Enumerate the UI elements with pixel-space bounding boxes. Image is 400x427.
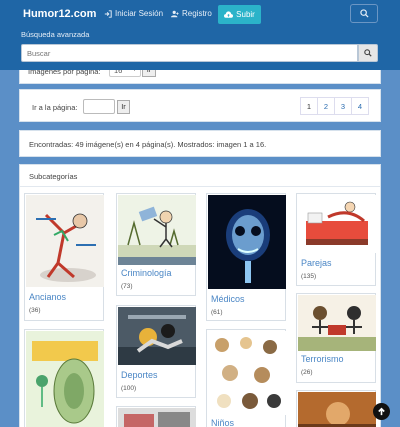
pager: 1 2 3 4 [300,97,369,115]
page-link-3[interactable]: 3 [334,97,352,115]
terrorismo-thumbnail [298,295,376,351]
subcategories-panel: Subcategorías Ancianos (36) Criminología… [19,164,381,427]
subcategory-card-parejas[interactable]: Parejas (135) [296,193,376,286]
criminologia-thumbnail [118,195,196,265]
results-summary: Encontradas: 49 imágene(s) en 4 página(s… [29,140,267,149]
subcategory-card-terrorismo[interactable]: Terrorismo (26) [296,293,376,383]
subcategory-count: (61) [211,309,223,316]
site-logo[interactable]: Humor12.com [23,8,96,20]
subcategory-name[interactable]: Terrorismo [301,354,344,364]
arrow-up-icon [378,407,385,416]
subcategory-name[interactable]: Médicos [211,294,245,304]
subcategory-count: (26) [301,369,313,376]
subcategory-count: (36) [29,307,41,314]
subcategory-card-partial-2[interactable] [116,406,196,427]
subcategory-card-medicos[interactable]: Médicos (61) [206,193,286,321]
medicos-thumbnail [208,195,286,289]
login-label: Iniciar Sesión [115,9,164,18]
subcategory-count: (100) [121,385,137,392]
goto-page-label: Ir a la página: [32,103,78,112]
goto-page-button[interactable]: Ir [117,100,130,114]
ancianos-thumbnail [26,195,104,287]
subcategory-name[interactable]: Niños [211,418,234,427]
subcategories-title: Subcategorías [29,172,78,181]
subcategory-name[interactable]: Ancianos [29,292,66,302]
subcategory-count: (73) [121,283,133,290]
money-thumbnail [26,331,104,427]
subcategory-card-partial-3[interactable] [296,390,376,427]
register-label: Registro [182,9,212,18]
subcategory-count: (135) [301,273,317,280]
subcategory-name[interactable]: Criminología [121,268,172,278]
register-link[interactable]: Registro [171,9,212,18]
search-icon [359,9,369,18]
search-input[interactable] [21,44,358,62]
results-panel: Encontradas: 49 imágene(s) en 4 página(s… [19,130,381,157]
search-toggle-button[interactable] [350,4,378,23]
user-plus-icon [171,10,179,17]
cloud-upload-icon [224,10,234,18]
subcategory-card-ninos[interactable]: Niños [206,329,286,427]
parejas-thumbnail [298,195,376,253]
login-link[interactable]: Iniciar Sesión [104,9,163,18]
upload-button[interactable]: Subir [218,5,261,24]
search-icon [364,49,372,57]
scroll-to-top-button[interactable] [373,403,390,420]
page-link-2[interactable]: 2 [317,97,335,115]
subcategory-card-partial-1[interactable] [24,329,104,427]
subcategory-name[interactable]: Deportes [121,370,158,380]
partial-thumbnail [118,408,196,427]
divider [20,186,380,187]
pagination-panel: Ir a la página: Ir 1 2 3 4 [19,89,381,122]
subcategory-card-ancianos[interactable]: Ancianos (36) [24,193,104,321]
top-navbar: Humor12.com Iniciar Sesión Registro Subi… [0,0,400,70]
partial-thumbnail [298,392,376,427]
subcategory-name[interactable]: Parejas [301,258,332,268]
page-link-1[interactable]: 1 [300,97,318,115]
upload-label: Subir [236,10,255,19]
page-link-4[interactable]: 4 [351,97,369,115]
login-icon [104,9,112,18]
ninos-thumbnail [208,331,286,415]
subcategory-card-deportes[interactable]: Deportes (100) [116,305,196,398]
subcategory-card-criminologia[interactable]: Criminología (73) [116,193,196,296]
goto-page-input[interactable] [83,99,115,114]
search-submit-button[interactable] [358,44,378,62]
advanced-search-link[interactable]: Búsqueda avanzada [21,30,89,39]
deportes-thumbnail [118,307,196,365]
